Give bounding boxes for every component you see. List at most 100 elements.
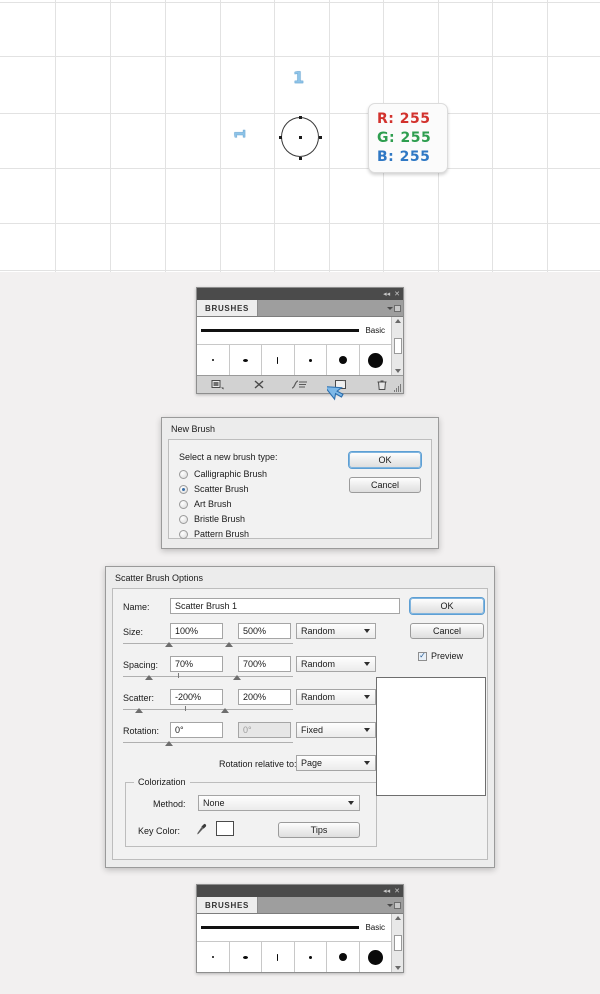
brush-swatch[interactable] [230,345,262,375]
center-point[interactable] [299,136,302,139]
remove-brush-stroke-icon[interactable] [238,376,279,393]
spacing-slider[interactable] [123,673,293,680]
dialog-title: Scatter Brush Options [115,573,204,583]
chevron-down-icon [364,761,370,765]
brush-swatch[interactable] [230,942,262,972]
panel-scrollbar[interactable] [391,317,403,375]
brush-list[interactable]: Basic [197,317,391,375]
preview-checkbox-row[interactable]: ✓ Preview [418,651,463,661]
radio-indicator[interactable] [179,469,188,479]
panel-menu-button[interactable] [385,300,403,316]
scatter-brush-options-dialog[interactable]: Scatter Brush Options Name: Scatter Brus… [105,566,495,868]
radio-label: Calligraphic Brush [194,469,268,479]
tab-brushes[interactable]: BRUSHES [197,897,259,913]
radio-art-brush[interactable]: Art Brush [179,499,421,509]
brush-swatch[interactable] [295,345,327,375]
radio-indicator[interactable] [179,499,188,509]
artboard-canvas[interactable]: 1 1 R: 255 G: 255 B: 255 [0,0,600,272]
tab-brushes[interactable]: BRUSHES [197,300,259,316]
slider-handle-max[interactable] [225,642,233,647]
scroll-up-icon[interactable] [394,319,401,323]
panel-titlebar[interactable]: ◂◂ ✕ [197,288,403,300]
scatter-min-input[interactable]: -200% [170,689,223,705]
scrollbar-thumb[interactable] [393,935,402,951]
cancel-button[interactable]: Cancel [349,477,421,493]
spacing-min-input[interactable]: 70% [170,656,223,672]
brushes-panel-after[interactable]: ◂◂ ✕ BRUSHES Basic [196,884,404,973]
cancel-button[interactable]: Cancel [410,623,484,639]
collapse-icon[interactable]: ◂◂ [383,888,390,895]
anchor-point[interactable] [279,136,282,139]
rotation-mode-select[interactable]: Fixed [296,722,376,738]
method-select[interactable]: None [198,795,360,811]
ellipse-shape[interactable] [277,113,323,161]
scroll-down-icon[interactable] [394,966,401,970]
brushes-panel[interactable]: ◂◂ ✕ BRUSHES Basic [196,287,404,401]
brush-list[interactable]: Basic [197,914,391,972]
radio-indicator[interactable] [179,484,188,494]
slider-handle-min[interactable] [165,642,173,647]
anchor-point[interactable] [319,136,322,139]
brush-swatch[interactable] [295,942,327,972]
size-slider[interactable] [123,642,293,647]
radio-indicator[interactable] [179,529,188,539]
size-max-input[interactable]: 500% [238,623,291,639]
collapse-icon[interactable]: ◂◂ [383,291,390,298]
key-color-swatch[interactable] [216,821,234,836]
slider-handle-min[interactable] [145,675,153,680]
scrollbar-thumb[interactable] [393,338,402,354]
eyedropper-icon[interactable] [196,823,208,841]
slider-handle-max[interactable] [233,675,241,680]
scatter-max-input[interactable]: 200% [238,689,291,705]
brush-swatch[interactable] [360,345,392,375]
panel-tab-row[interactable]: BRUSHES [197,897,403,914]
spacing-mode-select[interactable]: Random [296,656,376,672]
scatter-mode-select[interactable]: Random [296,689,376,705]
scroll-down-icon[interactable] [394,369,401,373]
tips-button[interactable]: Tips [278,822,360,838]
slider-handle[interactable] [165,741,173,746]
radio-bristle-brush[interactable]: Bristle Brush [179,514,421,524]
name-input[interactable]: Scatter Brush 1 [170,598,400,614]
new-brush-dialog[interactable]: New Brush Select a new brush type: Calli… [161,417,439,549]
radio-pattern-brush[interactable]: Pattern Brush [179,529,421,539]
rotation-label: Rotation: [123,726,160,736]
rotation-relative-select[interactable]: Page [296,755,376,771]
slider-handle-max[interactable] [221,708,229,713]
panel-tab-row[interactable]: BRUSHES [197,300,403,317]
brush-swatch[interactable] [197,942,230,972]
brush-swatch[interactable] [327,942,360,972]
preview-checkbox[interactable]: ✓ [418,651,427,661]
close-icon[interactable]: ✕ [394,291,400,298]
brush-swatch[interactable] [197,345,230,375]
rotation-slider[interactable] [123,741,293,746]
ok-button[interactable]: OK [349,452,421,468]
brush-libraries-icon[interactable] [197,376,238,393]
size-mode-select[interactable]: Random [296,623,376,639]
panel-titlebar[interactable]: ◂◂ ✕ [197,885,403,897]
rotation-min-input[interactable]: 0° [170,722,223,738]
brush-item-basic[interactable]: Basic [197,317,391,345]
brush-swatch[interactable] [360,942,392,972]
spacing-max-input[interactable]: 700% [238,656,291,672]
brush-item-basic[interactable]: Basic [197,914,391,942]
options-of-selected-object-icon[interactable] [279,376,320,393]
brush-swatch-row[interactable] [197,345,391,375]
brush-swatch[interactable] [262,345,295,375]
radio-indicator[interactable] [179,514,188,524]
size-min-input[interactable]: 100% [170,623,223,639]
resize-grip[interactable] [394,384,401,392]
brush-swatch-row[interactable] [197,942,391,972]
brush-swatch[interactable] [262,942,295,972]
close-icon[interactable]: ✕ [394,888,400,895]
anchor-point[interactable] [299,116,302,119]
brush-swatch[interactable] [327,345,360,375]
panel-menu-button[interactable] [385,897,403,913]
scroll-up-icon[interactable] [394,916,401,920]
ok-button[interactable]: OK [410,598,484,614]
slider-handle-min[interactable] [135,708,143,713]
scatter-slider[interactable] [123,706,293,713]
panel-scrollbar[interactable] [391,914,403,972]
anchor-point[interactable] [299,157,302,160]
panel-footer-toolbar[interactable] [197,375,403,401]
